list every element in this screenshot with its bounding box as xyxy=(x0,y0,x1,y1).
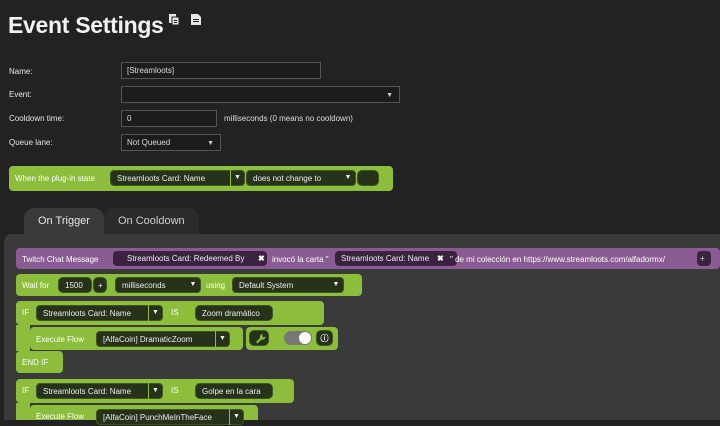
flow-dropdown-2[interactable]: [AlfaCoin] PunchMeInTheFace ▼ xyxy=(96,409,244,425)
name-field[interactable]: [Streamloots] xyxy=(121,62,321,79)
queue-select[interactable]: Not Queued ▼ xyxy=(121,134,221,151)
tab-on-trigger[interactable]: On Trigger xyxy=(24,208,104,234)
wait-unit-value: milliseconds xyxy=(122,281,166,290)
wait-using-label: using xyxy=(206,281,226,290)
if2-variable-value: Streamloots Card: Name xyxy=(43,387,132,396)
chevron-down-icon: ▼ xyxy=(230,170,244,186)
cooldown-note: milliseconds (0 means no cooldown) xyxy=(224,114,353,123)
page-title: Event Settings xyxy=(8,12,164,38)
chevron-down-icon: ▼ xyxy=(229,409,243,425)
chevron-down-icon: ▼ xyxy=(386,92,393,99)
wait-increment-button[interactable]: + xyxy=(93,277,107,293)
event-select[interactable]: ▼ xyxy=(121,86,400,103)
info-icon: ⓘ xyxy=(320,334,329,343)
add-token-button[interactable]: + xyxy=(697,251,711,266)
end-if-block-1: END IF xyxy=(16,351,63,373)
if-label: IF xyxy=(22,386,30,395)
wrench-icon xyxy=(256,333,266,344)
name-label: Name: xyxy=(9,67,33,76)
chevron-down-icon: ▼ xyxy=(215,331,229,347)
if-block-1[interactable]: IF Streamloots Card: Name ▼ IS Zoom dram… xyxy=(16,301,324,325)
is-label: IS xyxy=(171,308,179,317)
if1-value-input[interactable]: Zoom dramático xyxy=(195,305,273,321)
chevron-down-icon: ▼ xyxy=(148,383,162,399)
copy-icon[interactable] xyxy=(168,13,180,26)
condition-value: does not change to xyxy=(253,174,322,183)
plugin-state-block[interactable]: When the plug-in state Streamloots Card:… xyxy=(9,166,393,191)
end-if-label: END IF xyxy=(22,358,49,367)
wait-unit-dropdown[interactable]: milliseconds ▼ xyxy=(115,277,201,293)
twitch-chat-label: Twitch Chat Message xyxy=(22,255,99,264)
flow-value-1: [AlfaCoin] DramaticZoom xyxy=(103,335,193,344)
chevron-down-icon: ▼ xyxy=(344,174,352,181)
close-icon[interactable]: ✖ xyxy=(258,254,265,263)
execute-flow-block-1[interactable]: Execute Flow [AlfaCoin] DramaticZoom ▼ xyxy=(30,327,243,350)
wrench-button[interactable] xyxy=(249,330,269,346)
paste-icon[interactable] xyxy=(190,13,202,26)
card-name-label: Streamloots Card: Name xyxy=(341,254,430,263)
plugin-variable-dropdown[interactable]: Streamloots Card: Name ▼ xyxy=(110,170,245,186)
queue-value: Not Queued xyxy=(127,138,171,147)
wait-system-value: Default System xyxy=(239,281,294,290)
toggle-knob xyxy=(299,332,311,344)
condition-dropdown[interactable]: does not change to ▼ xyxy=(246,170,356,186)
flow-dropdown-1[interactable]: [AlfaCoin] DramaticZoom ▼ xyxy=(96,331,230,347)
if1-variable-dropdown[interactable]: Streamloots Card: Name ▼ xyxy=(36,305,163,321)
chevron-down-icon: ▼ xyxy=(148,305,162,321)
twitch-text-1: invocó la carta " xyxy=(272,255,329,264)
cooldown-label: Cooldown time: xyxy=(9,114,65,123)
if-label: IF xyxy=(22,308,30,317)
twitch-chat-block[interactable]: Twitch Chat Message Streamloots Card: Re… xyxy=(16,248,720,269)
cooldown-field[interactable]: 0 xyxy=(121,110,217,127)
wait-block[interactable]: Wait for 1500 + milliseconds ▼ using Def… xyxy=(16,274,362,296)
if-spine xyxy=(16,325,30,351)
execute-flow-block-2[interactable]: Execute Flow [AlfaCoin] PunchMeInTheFace… xyxy=(30,405,258,425)
plugin-value-input[interactable] xyxy=(357,170,379,186)
event-label: Event: xyxy=(9,90,32,99)
redeemed-by-token[interactable]: Streamloots Card: Redeemed By xyxy=(113,251,267,266)
tab-on-cooldown[interactable]: On Cooldown xyxy=(104,208,199,234)
plugin-state-label: When the plug-in state xyxy=(15,174,96,183)
execute-flow-label: Execute Flow xyxy=(36,335,85,344)
redeemed-by-label: Streamloots Card: Redeemed By xyxy=(127,254,245,263)
wait-label: Wait for xyxy=(22,281,50,290)
flow-options-block: ⓘ xyxy=(246,327,338,350)
is-label: IS xyxy=(171,386,179,395)
if-block-2[interactable]: IF Streamloots Card: Name ▼ IS Golpe en … xyxy=(16,379,294,403)
plugin-variable-value: Streamloots Card: Name xyxy=(117,174,206,183)
queue-label: Queue lane: xyxy=(9,138,53,147)
if2-variable-dropdown[interactable]: Streamloots Card: Name ▼ xyxy=(36,383,163,399)
chevron-down-icon: ▼ xyxy=(332,281,340,288)
chevron-down-icon: ▼ xyxy=(189,281,197,288)
wait-amount-input[interactable]: 1500 xyxy=(58,277,92,293)
chevron-down-icon: ▼ xyxy=(207,140,214,147)
info-button[interactable]: ⓘ xyxy=(316,330,333,346)
wait-system-dropdown[interactable]: Default System ▼ xyxy=(232,277,344,293)
close-icon[interactable]: ✖ xyxy=(437,254,444,263)
if1-variable-value: Streamloots Card: Name xyxy=(43,309,132,318)
if-spine-2 xyxy=(16,403,30,420)
twitch-text-2: " de mi colección en https://www.streaml… xyxy=(450,255,665,264)
flow-value-2: [AlfaCoin] PunchMeInTheFace xyxy=(103,413,212,422)
if2-value-input[interactable]: Golpe en la cara xyxy=(195,383,273,399)
enable-toggle[interactable] xyxy=(284,331,312,345)
